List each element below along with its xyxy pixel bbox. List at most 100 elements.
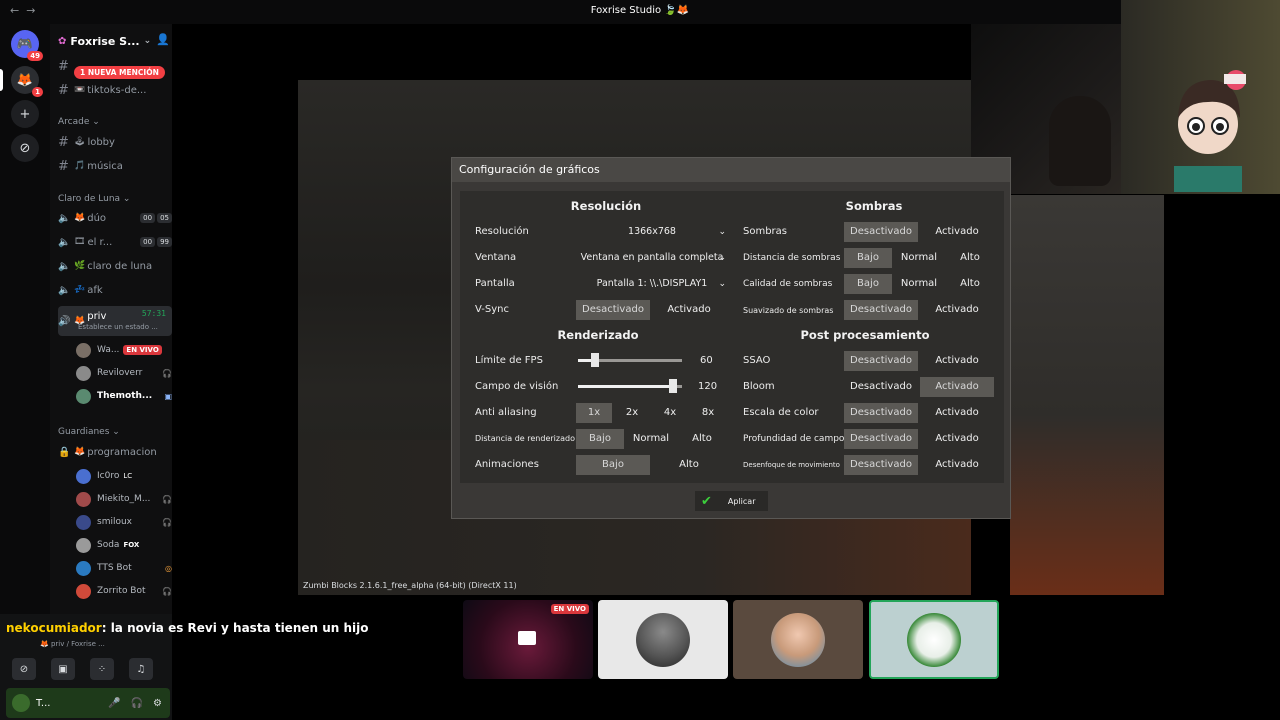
aa-8x-option[interactable]: 8x xyxy=(690,403,726,423)
fps-label: Límite de FPS xyxy=(475,355,543,366)
new-mention-pill[interactable]: 1 NUEVA MENCIÓN xyxy=(74,66,165,79)
anim-low-option[interactable]: Bajo xyxy=(576,455,650,475)
fov-slider[interactable] xyxy=(578,377,682,397)
color-grading-on-option[interactable]: Activado xyxy=(920,403,994,423)
apply-button[interactable]: ✔ Aplicar xyxy=(695,491,768,511)
shadows-off-option[interactable]: Desactivado xyxy=(844,222,918,242)
voice-user[interactable]: Reviloverr 🎧 xyxy=(76,362,172,384)
category-claro-de-luna[interactable]: Claro de Luna ⌄ xyxy=(58,194,130,204)
slider-knob[interactable] xyxy=(591,353,599,367)
voice-channel-el-r[interactable]: 🔈 🎞 el r... 00 99 xyxy=(58,232,172,252)
soundboard-icon: ♫ xyxy=(136,663,146,675)
voice-user[interactable]: smiloux 🎧 xyxy=(76,511,172,533)
user-controls: 🎤 🎧 ⚙ xyxy=(108,698,170,709)
voice-user[interactable]: Wa... EN VIVO xyxy=(76,339,172,361)
avatar[interactable] xyxy=(12,694,30,712)
voice-channel-claro-de-luna[interactable]: 🔈 🌿 claro de luna xyxy=(58,256,172,276)
ssao-on-option[interactable]: Activado xyxy=(920,351,994,371)
vsync-off-option[interactable]: Desactivado xyxy=(576,300,650,320)
display-dropdown[interactable]: Pantalla 1: \\.\DISPLAY1 ⌄ xyxy=(576,274,728,294)
fov-value: 120 xyxy=(698,381,718,392)
shadow-dist-low-option[interactable]: Bajo xyxy=(844,248,892,268)
render-normal-option[interactable]: Normal xyxy=(626,429,676,449)
camera-off-button[interactable]: ⊘ xyxy=(12,658,36,680)
channel-tiktoks[interactable]: # 📼 tiktoks-de... xyxy=(58,80,172,100)
resolution-dropdown[interactable]: 1366x768 ⌄ xyxy=(576,222,728,242)
flower-icon: ✿ xyxy=(58,35,67,47)
participant-tile-stream[interactable]: EN VIVO xyxy=(463,600,593,679)
participant-tile-4-speaking[interactable] xyxy=(869,600,999,679)
voice-channel-programacion[interactable]: 🔒 🦊 programacion xyxy=(58,442,172,462)
fps-slider[interactable] xyxy=(578,351,682,371)
channel-label: programacion xyxy=(87,446,157,458)
headphones-icon[interactable]: 🎧 xyxy=(131,698,143,709)
anim-high-option[interactable]: Alto xyxy=(652,455,726,475)
smoothing-on-option[interactable]: Activado xyxy=(920,300,994,320)
shadow-dist-normal-option[interactable]: Normal xyxy=(894,248,944,268)
render-high-option[interactable]: Alto xyxy=(678,429,726,449)
voice-user[interactable]: Themoth... ▣ xyxy=(76,385,172,407)
discover-button[interactable]: ⊘ xyxy=(11,134,39,162)
voice-user[interactable]: Soda FOX xyxy=(76,534,172,556)
share-screen-button[interactable]: ▣ xyxy=(51,658,75,680)
bloom-on-option[interactable]: Activado xyxy=(920,377,994,397)
microphone-icon[interactable]: 🎤 xyxy=(108,698,120,709)
user-name: Soda xyxy=(97,540,120,550)
motion-blur-on-option[interactable]: Activado xyxy=(920,455,994,475)
window-mode-dropdown[interactable]: Ventana en pantalla completa ⌄ xyxy=(576,248,728,268)
voice-user[interactable]: Zorrito Bot 🎧 xyxy=(76,580,172,602)
smoothing-off-option[interactable]: Desactivado xyxy=(844,300,918,320)
slider-knob[interactable] xyxy=(669,379,677,393)
server-foxrise-button[interactable]: 🦊 1 xyxy=(11,66,43,97)
voice-channel-duo[interactable]: 🔈 🦊 dúo 00 05 xyxy=(58,208,172,228)
shadow-dist-high-option[interactable]: Alto xyxy=(946,248,994,268)
voice-user[interactable]: Ic0ro LC xyxy=(76,465,172,487)
color-grading-off-option[interactable]: Desactivado xyxy=(844,403,918,423)
category-arcade[interactable]: Arcade ⌄ xyxy=(58,117,100,127)
participant-tile-2[interactable] xyxy=(598,600,728,679)
channel-musica[interactable]: # 🎵 música xyxy=(58,156,172,176)
slider-fill xyxy=(578,385,673,388)
voice-channel-afk[interactable]: 🔈 💤 afk xyxy=(58,280,172,300)
shadow-quality-normal-option[interactable]: Normal xyxy=(894,274,944,294)
dof-on-option[interactable]: Activado xyxy=(920,429,994,449)
gear-icon[interactable]: ⚙ xyxy=(153,698,162,709)
user-name[interactable]: T... xyxy=(36,698,50,709)
section-post: Post procesamiento xyxy=(800,328,930,342)
apply-label: Aplicar xyxy=(727,496,756,506)
server-header[interactable]: ✿ Foxrise S... ⌄ 👤 xyxy=(58,32,170,50)
dof-off-option[interactable]: Desactivado xyxy=(844,429,918,449)
ssao-off-option[interactable]: Desactivado xyxy=(844,351,918,371)
aa-4x-option[interactable]: 4x xyxy=(652,403,688,423)
channel-lobby[interactable]: # 🕹 lobby xyxy=(58,132,172,152)
music-icon: 🎵 xyxy=(74,161,86,171)
soundboard-button[interactable]: ♫ xyxy=(129,658,153,680)
voice-user[interactable]: Miekito_M... 🎧 xyxy=(76,488,172,510)
voice-channel-priv[interactable]: 🔊 🦊 priv 57:31 Establece un estado ... xyxy=(58,306,172,336)
add-server-button[interactable]: + xyxy=(11,100,39,128)
streaming-icon: ▣ xyxy=(164,391,172,401)
bloom-off-option[interactable]: Desactivado xyxy=(844,377,918,397)
render-low-option[interactable]: Bajo xyxy=(576,429,624,449)
shadow-quality-low-option[interactable]: Bajo xyxy=(844,274,892,294)
category-guardianes[interactable]: Guardianes ⌄ xyxy=(58,427,120,437)
muted-icon: 🎧 xyxy=(162,494,172,504)
shadow-quality-high-option[interactable]: Alto xyxy=(946,274,994,294)
set-status-hint[interactable]: Establece un estado ... xyxy=(78,323,158,331)
voice-user[interactable]: TTS Bot ◎ xyxy=(76,557,172,579)
user-name: Reviloverr xyxy=(97,368,143,378)
aa-2x-option[interactable]: 2x xyxy=(614,403,650,423)
shadows-label: Sombras xyxy=(743,226,788,237)
shadows-on-option[interactable]: Activado xyxy=(920,222,994,242)
activities-button[interactable]: ⁘ xyxy=(90,658,114,680)
vsync-on-option[interactable]: Activado xyxy=(652,300,726,320)
add-user-icon[interactable]: 👤 xyxy=(156,33,170,46)
plus-icon: + xyxy=(19,106,31,122)
direct-messages-button[interactable]: 🎮 49 xyxy=(11,30,43,61)
lock-icon: 🔒 xyxy=(58,446,71,458)
channel-label: claro de luna xyxy=(87,260,153,272)
aa-1x-option[interactable]: 1x xyxy=(576,403,612,423)
participant-tile-3[interactable] xyxy=(733,600,863,679)
motion-blur-off-option[interactable]: Desactivado xyxy=(844,455,918,475)
voice-connection-info[interactable]: 🦊 priv / Foxrise ... xyxy=(40,640,105,648)
